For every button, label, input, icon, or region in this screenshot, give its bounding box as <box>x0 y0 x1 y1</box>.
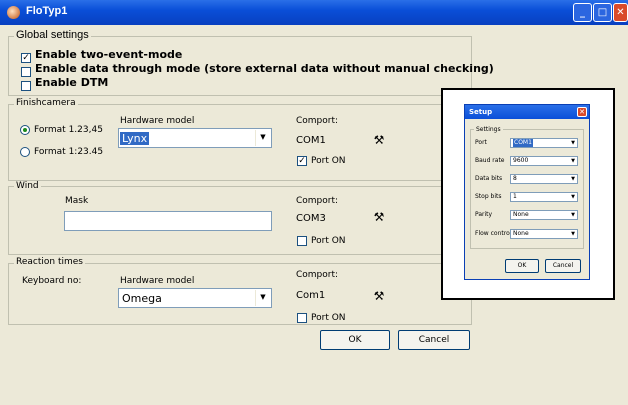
data-through-mode-checkbox[interactable] <box>21 67 31 77</box>
port-label: Port <box>475 139 487 146</box>
reaction-comport-value: Com1 <box>296 290 326 301</box>
parity-value: None <box>513 211 529 218</box>
dtm-label: Enable DTM <box>35 76 109 89</box>
setup-cancel-button[interactable]: Cancel <box>545 259 581 273</box>
setup-settings-title: Settings <box>474 126 503 133</box>
reaction-hw-value: Omega <box>122 292 162 305</box>
baud-value: 9600 <box>513 157 529 164</box>
wind-comport-value: COM3 <box>296 213 326 224</box>
setup-title-bar[interactable]: Setup ✕ <box>465 105 589 119</box>
keyboard-label: Keyboard no: <box>22 276 82 286</box>
minimize-icon[interactable]: _ <box>573 3 592 22</box>
setup-dialog: Setup ✕ Settings Port COM1 ▼ Baud rate 96… <box>464 104 590 280</box>
chevron-down-icon[interactable]: ▼ <box>569 230 577 238</box>
chevron-down-icon[interactable]: ▼ <box>569 211 577 219</box>
maximize-icon[interactable]: □ <box>593 3 612 22</box>
reaction-hw-label: Hardware model <box>120 276 195 286</box>
reaction-title: Reaction times <box>14 257 85 267</box>
wind-mask-label: Mask <box>65 196 89 206</box>
parity-label: Parity <box>475 211 493 218</box>
setup-close-icon[interactable]: ✕ <box>577 107 587 117</box>
databits-value: 8 <box>513 175 517 182</box>
databits-label: Data bits <box>475 175 503 182</box>
reaction-comport-label: Comport: <box>296 270 339 280</box>
finish-comport-label: Comport: <box>296 116 339 126</box>
wind-mask-input[interactable] <box>64 211 272 231</box>
wind-comport-label: Comport: <box>296 196 339 206</box>
wind-title: Wind <box>14 181 41 191</box>
stopbits-select[interactable]: 1 ▼ <box>510 192 578 202</box>
finish-hw-select[interactable]: Lynx ▼ <box>118 128 272 148</box>
main-window: FloTyp1 _ □ ✕ Global settings ✓ Enable t… <box>0 0 628 405</box>
wind-port-settings-icon[interactable]: ⚒ <box>370 208 388 226</box>
setup-title: Setup <box>469 108 493 116</box>
ok-button[interactable]: OK <box>320 330 390 350</box>
two-event-mode-label: Enable two-event-mode <box>35 48 183 61</box>
port-select[interactable]: COM1 ▼ <box>510 138 578 148</box>
chevron-down-icon[interactable]: ▼ <box>569 157 577 165</box>
close-icon[interactable]: ✕ <box>613 3 628 22</box>
chevron-down-icon[interactable]: ▼ <box>569 139 577 147</box>
format1-radio[interactable] <box>20 125 30 135</box>
stopbits-value: 1 <box>513 193 517 200</box>
two-event-mode-checkbox[interactable]: ✓ <box>21 53 31 63</box>
finish-port-on-checkbox[interactable]: ✓ <box>297 156 307 166</box>
data-through-mode-label: Enable data through mode (store external… <box>35 62 494 75</box>
dtm-checkbox[interactable] <box>21 81 31 91</box>
reaction-port-on-label: Port ON <box>311 313 346 323</box>
setup-ok-button[interactable]: OK <box>505 259 539 273</box>
format1-label: Format 1.23,45 <box>34 125 103 135</box>
baud-select[interactable]: 9600 ▼ <box>510 156 578 166</box>
reaction-hw-select[interactable]: Omega ▼ <box>118 288 272 308</box>
cancel-button[interactable]: Cancel <box>398 330 470 350</box>
flow-value: None <box>513 230 529 237</box>
chevron-down-icon[interactable]: ▼ <box>569 175 577 183</box>
stopbits-label: Stop bits <box>475 193 502 200</box>
finishcamera-title: Finishcamera <box>14 98 78 108</box>
reaction-port-on-checkbox[interactable] <box>297 313 307 323</box>
finish-comport-value: COM1 <box>296 135 326 146</box>
window-title: FloTyp1 <box>26 5 68 17</box>
flow-label: Flow control <box>475 230 512 237</box>
reaction-port-settings-icon[interactable]: ⚒ <box>370 287 388 305</box>
title-bar[interactable]: FloTyp1 _ □ ✕ <box>0 0 628 25</box>
finish-port-on-label: Port ON <box>311 156 346 166</box>
baud-label: Baud rate <box>475 157 505 164</box>
parity-select[interactable]: None ▼ <box>510 210 578 220</box>
chevron-down-icon[interactable]: ▼ <box>255 130 270 146</box>
finish-port-settings-icon[interactable]: ⚒ <box>370 131 388 149</box>
flow-select[interactable]: None ▼ <box>510 229 578 239</box>
finish-hw-label: Hardware model <box>120 116 195 126</box>
chevron-down-icon[interactable]: ▼ <box>569 193 577 201</box>
wind-port-on-label: Port ON <box>311 236 346 246</box>
format2-label: Format 1:23.45 <box>34 147 104 157</box>
app-icon <box>7 6 20 19</box>
wind-port-on-checkbox[interactable] <box>297 236 307 246</box>
databits-select[interactable]: 8 ▼ <box>510 174 578 184</box>
global-settings-title: Global settings <box>14 29 91 41</box>
finish-hw-value: Lynx <box>120 132 150 145</box>
chevron-down-icon[interactable]: ▼ <box>255 290 270 306</box>
format2-radio[interactable] <box>20 147 30 157</box>
port-value: COM1 <box>513 139 533 147</box>
